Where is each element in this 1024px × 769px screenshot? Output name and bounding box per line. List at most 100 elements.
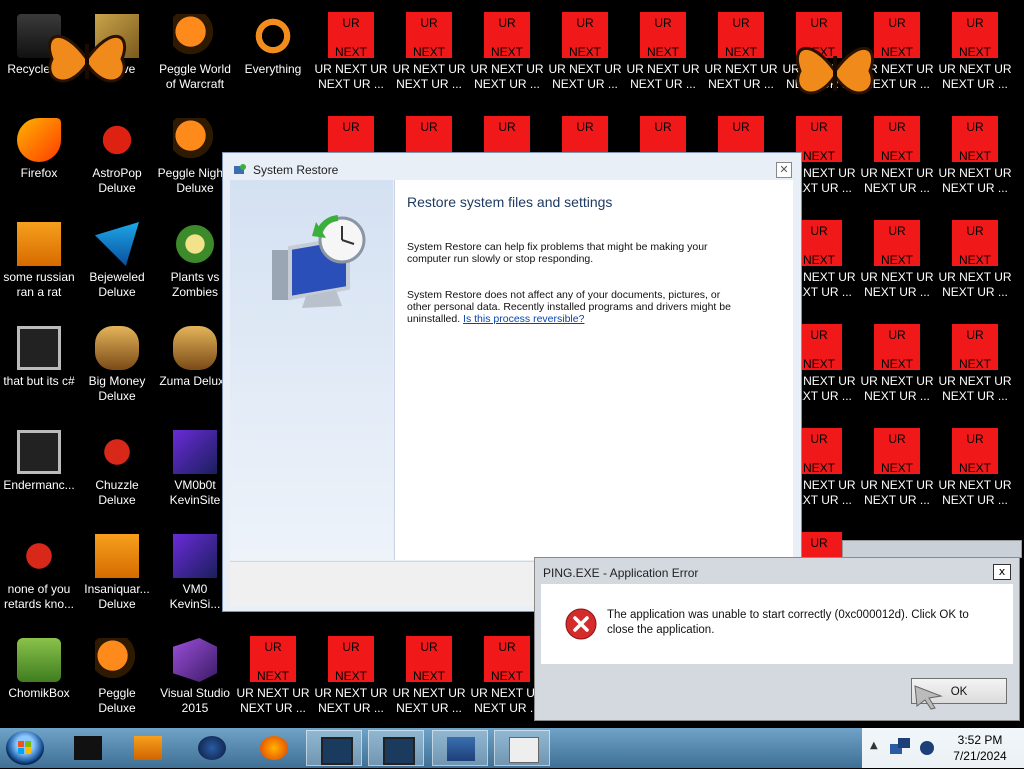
ur-next-icon: UR NEXT	[640, 12, 686, 59]
clock[interactable]: 3:52 PM 7/21/2024	[944, 732, 1016, 764]
plants-icon	[173, 222, 217, 266]
taskbar-window-2[interactable]	[368, 730, 424, 766]
ur-next-tile[interactable]: UR NEXT UR NEXT UR NEXT UR ...	[312, 6, 390, 110]
peggle-icon	[173, 14, 217, 58]
ur-next-tile[interactable]: UR NEXT UR NEXT UR NEXT UR ...	[624, 6, 702, 110]
next-text: NEXT	[412, 45, 445, 59]
desktop-icon-label: none of you retards kno...	[3, 582, 75, 611]
ur-text: UR	[732, 16, 750, 30]
window-title: System Restore	[253, 163, 339, 177]
next-text: NEXT	[412, 669, 445, 683]
ur-next-tile[interactable]: UR NEXT UR NEXT UR NEXT UR ...	[858, 110, 936, 214]
ur-next-tile[interactable]: UR NEXT UR NEXT UR NEXT UR ...	[390, 6, 468, 110]
vm-icon	[173, 534, 217, 578]
ur-next-icon: UR NEXT	[874, 324, 920, 371]
taskbar-media-player[interactable]	[120, 730, 176, 766]
taskbar-app-3[interactable]	[184, 730, 240, 766]
shortcut-icon	[17, 326, 61, 370]
taskbar-system-restore[interactable]	[432, 730, 488, 766]
ur-next-tile[interactable]: UR NEXT UR NEXT UR NEXT UR ...	[234, 630, 312, 734]
butterfly-icon	[795, 47, 875, 95]
desktop-icon-label: UR NEXT UR NEXT UR ...	[314, 686, 388, 715]
ur-text: UR	[966, 224, 984, 238]
ur-next-icon: UR NEXT	[328, 636, 374, 683]
ur-next-tile[interactable]: UR NEXT UR NEXT UR NEXT UR ...	[936, 6, 1014, 110]
taskbar-app-1[interactable]	[60, 730, 116, 766]
ur-next-tile[interactable]: UR NEXT UR NEXT UR NEXT UR ...	[936, 110, 1014, 214]
ur-text: UR	[498, 640, 516, 654]
start-button[interactable]	[6, 731, 44, 765]
next-text: NEXT	[958, 149, 991, 163]
desktop-icon-chomikbox[interactable]: ChomikBox	[0, 630, 78, 734]
ur-next-icon: UR NEXT	[484, 636, 530, 683]
ur-next-icon: UR NEXT	[796, 324, 842, 371]
ur-next-tile[interactable]: UR NEXT UR NEXT UR NEXT UR ...	[858, 318, 936, 422]
close-button[interactable]: x	[993, 564, 1011, 580]
ur-text: UR	[888, 328, 906, 342]
windows-orb-icon	[18, 741, 31, 754]
desktop-icon-label: ChomikBox	[8, 686, 70, 700]
taskbar: ▲ 3:52 PM 7/21/2024	[0, 728, 1024, 768]
desktop-icon-label: UR NEXT UR NEXT UR ...	[548, 62, 622, 91]
background-window[interactable]	[842, 540, 1022, 558]
ur-next-tile[interactable]: UR NEXT UR NEXT UR NEXT UR ...	[858, 422, 936, 526]
desktop-icon-firefox[interactable]: Firefox	[0, 110, 78, 214]
desktop-icon-insaniquarium[interactable]: Insaniquar... Deluxe	[78, 526, 156, 630]
taskbar-window-1[interactable]	[306, 730, 362, 766]
desktop-icon-some-russian-ran-a-rat[interactable]: some russian ran a rat	[0, 214, 78, 318]
volume-icon[interactable]	[918, 738, 936, 758]
desktop-icon-that-but-its-c[interactable]: that but its c#	[0, 318, 78, 422]
peggle-icon	[173, 118, 217, 162]
ur-next-icon: UR NEXT	[952, 220, 998, 267]
next-text: NEXT	[334, 669, 367, 683]
taskbar-firefox[interactable]	[246, 730, 302, 766]
desktop-icon-everything[interactable]: Everything	[234, 6, 312, 110]
application-error-dialog[interactable]: PING.EXE - Application Error x The appli…	[534, 557, 1020, 721]
next-text: NEXT	[802, 149, 835, 163]
desktop-icon-endermanc[interactable]: Endermanc...	[0, 422, 78, 526]
desktop-icon-astropop[interactable]: AstroPop Deluxe	[78, 110, 156, 214]
globe-icon	[198, 736, 226, 760]
next-text: NEXT	[880, 357, 913, 371]
ur-next-tile[interactable]: UR NEXT UR NEXT UR NEXT UR ...	[936, 214, 1014, 318]
reversible-link[interactable]: Is this process reversible?	[463, 313, 584, 325]
network-icon[interactable]	[888, 736, 914, 760]
ur-next-tile[interactable]: UR NEXT UR NEXT UR NEXT UR ...	[936, 318, 1014, 422]
next-text: NEXT	[880, 461, 913, 475]
show-hidden-icons-icon[interactable]: ▲	[870, 740, 878, 751]
ur-text: UR	[966, 120, 984, 134]
chuzzle-icon	[95, 430, 139, 474]
ur-text: UR	[810, 120, 828, 134]
desktop-icon-visual-studio[interactable]: Visual Studio 2015	[156, 630, 234, 734]
desktop-icon-label: UR NEXT UR NEXT UR ...	[860, 478, 934, 507]
clock-date: 7/21/2024	[953, 749, 1007, 763]
visual-studio-icon	[173, 638, 217, 682]
desktop-icon-label: UR NEXT UR NEXT UR ...	[860, 270, 934, 299]
desktop-icon-none-of-you[interactable]: none of you retards kno...	[0, 526, 78, 630]
desktop-icon-bejeweled[interactable]: Bejeweled Deluxe	[78, 214, 156, 318]
desktop-icon-label: UR NEXT UR NEXT UR ...	[314, 62, 388, 91]
close-button[interactable]: ✕	[776, 162, 792, 178]
everything-icon	[251, 14, 295, 58]
cursor-arrow-icon	[914, 685, 943, 710]
ur-text: UR	[342, 16, 360, 30]
desktop-icon-chuzzle[interactable]: Chuzzle Deluxe	[78, 422, 156, 526]
ur-next-tile[interactable]: UR NEXT UR NEXT UR NEXT UR ...	[936, 422, 1014, 526]
desktop-icon-label: Visual Studio 2015	[160, 686, 230, 715]
desktop-icon-big-money[interactable]: Big Money Deluxe	[78, 318, 156, 422]
ur-next-tile[interactable]: UR NEXT UR NEXT UR NEXT UR ...	[858, 214, 936, 318]
desktop-icon-peggle-deluxe[interactable]: Peggle Deluxe	[78, 630, 156, 734]
taskbar-error-dialog[interactable]	[494, 730, 550, 766]
ur-next-tile[interactable]: UR NEXT UR NEXT UR NEXT UR ...	[312, 630, 390, 734]
restore-sidebar	[230, 180, 393, 560]
system-restore-icon	[272, 215, 366, 308]
ur-next-tile[interactable]: UR NEXT UR NEXT UR NEXT UR ...	[702, 6, 780, 110]
ur-next-tile[interactable]: UR NEXT UR NEXT UR NEXT UR ...	[468, 6, 546, 110]
ur-next-tile[interactable]: UR NEXT UR NEXT UR NEXT UR ...	[390, 630, 468, 734]
system-restore-window[interactable]: System Restore ✕ Restore system files an…	[222, 152, 802, 612]
ur-next-tile[interactable]: UR NEXT UR NEXT UR NEXT UR ...	[546, 6, 624, 110]
ur-next-icon: UR NEXT	[874, 116, 920, 163]
desktop-icon-peggle-wow[interactable]: Peggle World of Warcraft	[156, 6, 234, 110]
desktop-icon-label: UR NEXT UR NEXT UR ...	[704, 62, 778, 91]
next-text: NEXT	[334, 45, 367, 59]
